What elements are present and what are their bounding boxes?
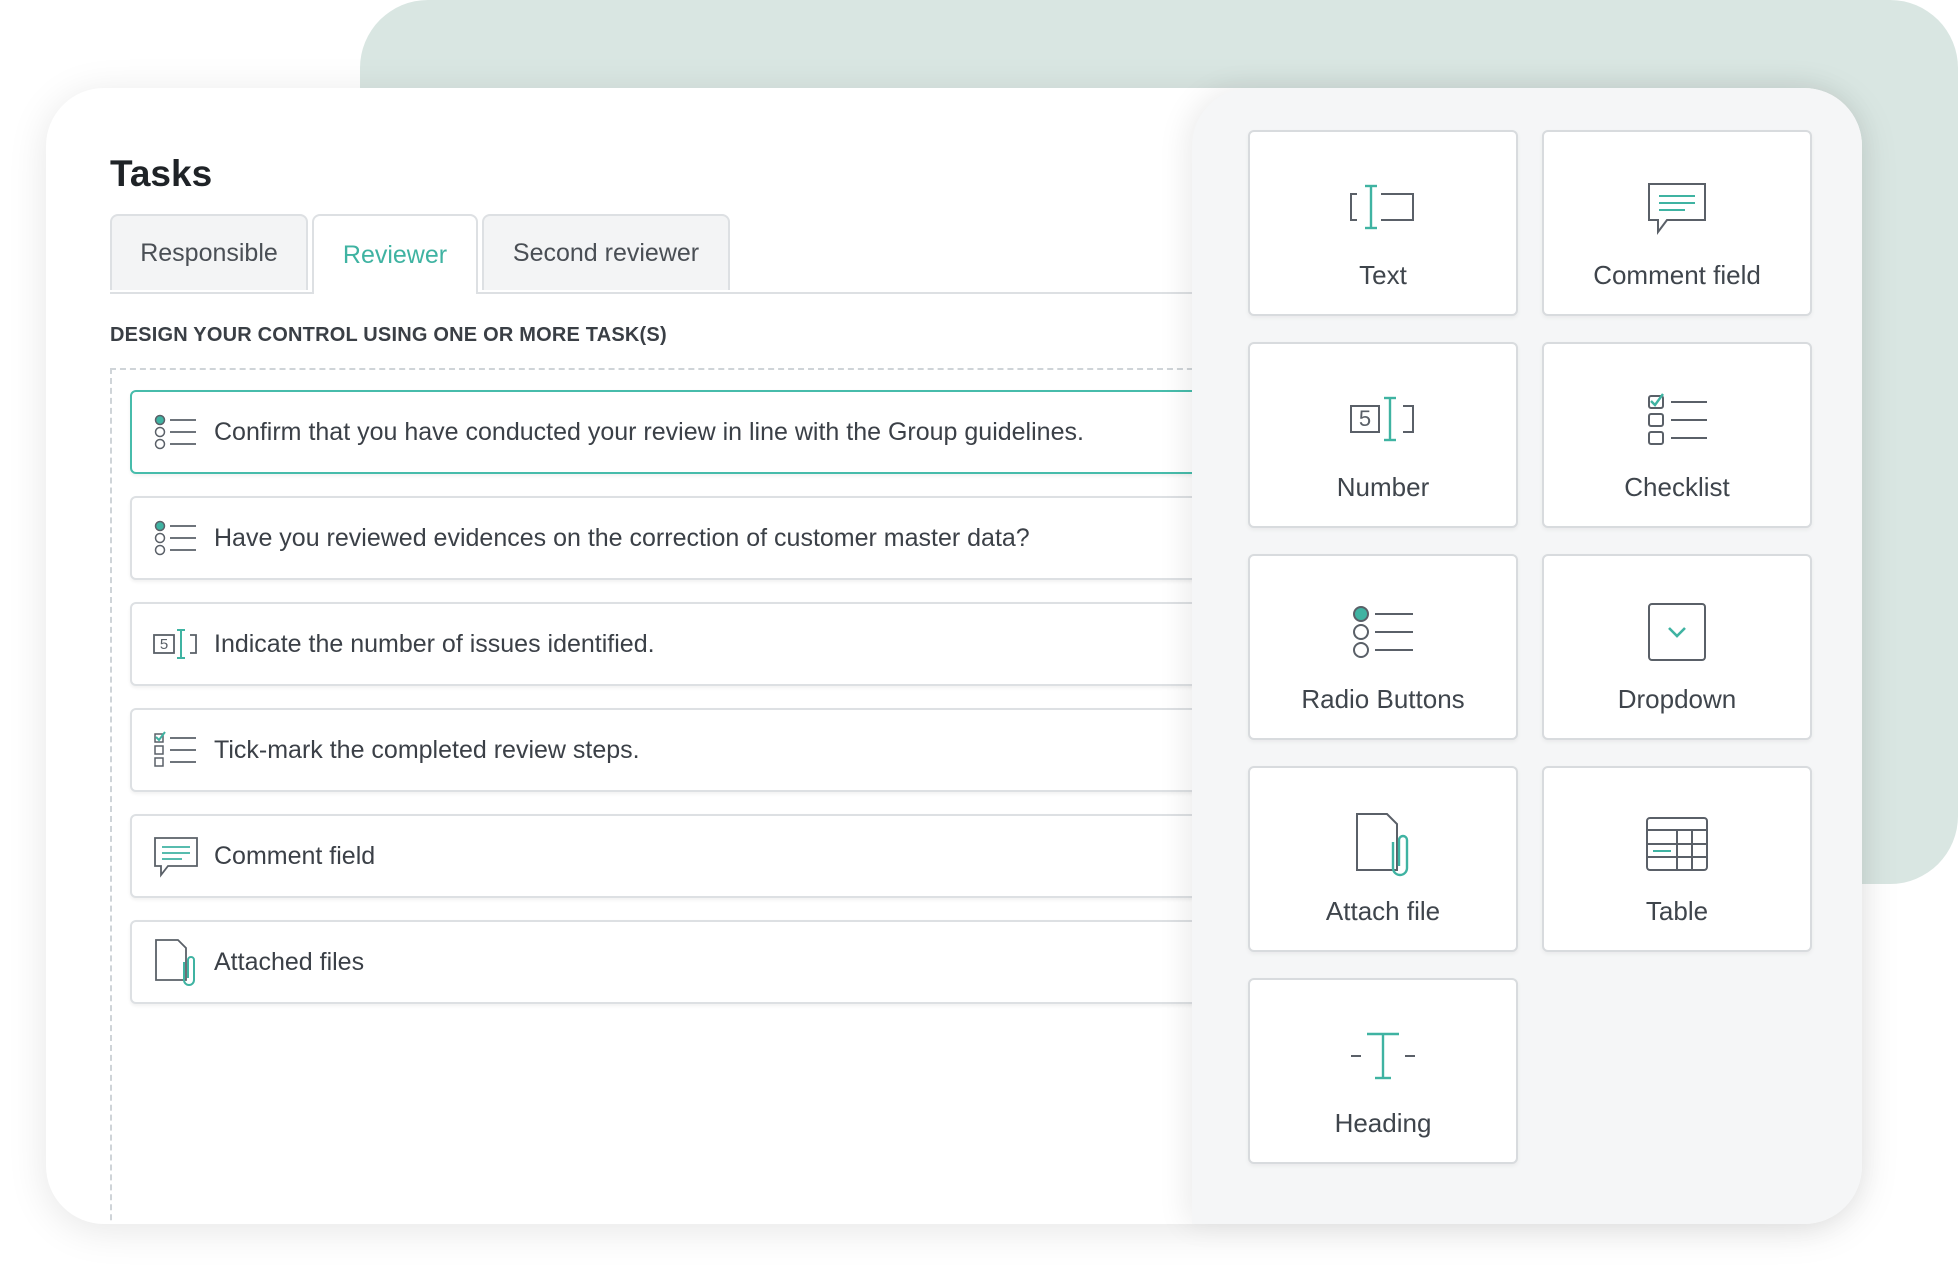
svg-text:5: 5 bbox=[160, 636, 168, 653]
palette-label: Radio Buttons bbox=[1301, 684, 1465, 714]
task-label: Have you reviewed evidences on the corre… bbox=[214, 523, 1030, 552]
checklist-icon bbox=[1648, 393, 1707, 445]
palette-item-dropdown[interactable]: Dropdown bbox=[1542, 554, 1812, 740]
radio-list-icon bbox=[154, 520, 196, 556]
attach-file-icon bbox=[155, 939, 195, 986]
radio-list-icon bbox=[1353, 606, 1413, 658]
task-label: Indicate the number of issues identified… bbox=[214, 629, 655, 658]
tab-label: Responsible bbox=[140, 238, 278, 267]
page-title: Tasks bbox=[110, 153, 213, 194]
attach-file-icon bbox=[1356, 813, 1409, 877]
palette-item-text[interactable]: Text bbox=[1248, 130, 1518, 316]
heading-icon bbox=[1351, 1032, 1415, 1080]
palette-item-heading[interactable]: Heading bbox=[1248, 978, 1518, 1164]
comment-icon bbox=[1648, 183, 1706, 235]
role-tabs: Responsible Reviewer Second reviewer bbox=[110, 214, 1310, 294]
section-heading: DESIGN YOUR CONTROL USING ONE OR MORE TA… bbox=[110, 324, 667, 346]
palette-label: Number bbox=[1336, 472, 1430, 502]
palette-label: Attach file bbox=[1325, 896, 1441, 926]
palette-label: Checklist bbox=[1624, 472, 1730, 502]
palette-item-checklist[interactable]: Checklist bbox=[1542, 342, 1812, 528]
tab-second-reviewer[interactable]: Second reviewer bbox=[482, 214, 730, 290]
task-label: Confirm that you have conducted your rev… bbox=[214, 417, 1084, 446]
svg-text:5: 5 bbox=[1359, 406, 1371, 431]
dropdown-icon bbox=[1648, 603, 1706, 661]
palette-item-attach-file[interactable]: Attach file bbox=[1248, 766, 1518, 952]
checklist-icon bbox=[154, 731, 196, 767]
palette-label: Heading bbox=[1334, 1108, 1432, 1138]
palette-item-radio-buttons[interactable]: Radio Buttons bbox=[1248, 554, 1518, 740]
palette-item-table[interactable]: Table bbox=[1542, 766, 1812, 952]
text-field-icon bbox=[1350, 184, 1414, 230]
number-field-icon: 5 bbox=[1350, 396, 1414, 442]
palette-label: Dropdown bbox=[1617, 684, 1737, 714]
palette-item-number[interactable]: 5 Number bbox=[1248, 342, 1518, 528]
task-label: Tick-mark the completed review steps. bbox=[214, 735, 640, 764]
palette-label: Comment field bbox=[1593, 260, 1761, 290]
task-label: Attached files bbox=[214, 947, 365, 976]
table-icon bbox=[1646, 817, 1708, 871]
task-type-palette: Text Comment field 5 Number Checklist Ra… bbox=[1192, 88, 1862, 1224]
radio-list-icon bbox=[154, 414, 196, 450]
palette-item-comment-field[interactable]: Comment field bbox=[1542, 130, 1812, 316]
tab-reviewer[interactable]: Reviewer bbox=[312, 214, 478, 294]
comment-icon bbox=[154, 837, 198, 878]
task-label: Comment field bbox=[214, 841, 376, 870]
tab-label: Second reviewer bbox=[512, 238, 700, 267]
palette-label: Text bbox=[1359, 260, 1407, 290]
palette-label: Table bbox=[1645, 896, 1709, 926]
tab-label: Reviewer bbox=[342, 240, 448, 269]
number-field-icon: 5 bbox=[153, 629, 197, 659]
tab-responsible[interactable]: Responsible bbox=[110, 214, 308, 290]
